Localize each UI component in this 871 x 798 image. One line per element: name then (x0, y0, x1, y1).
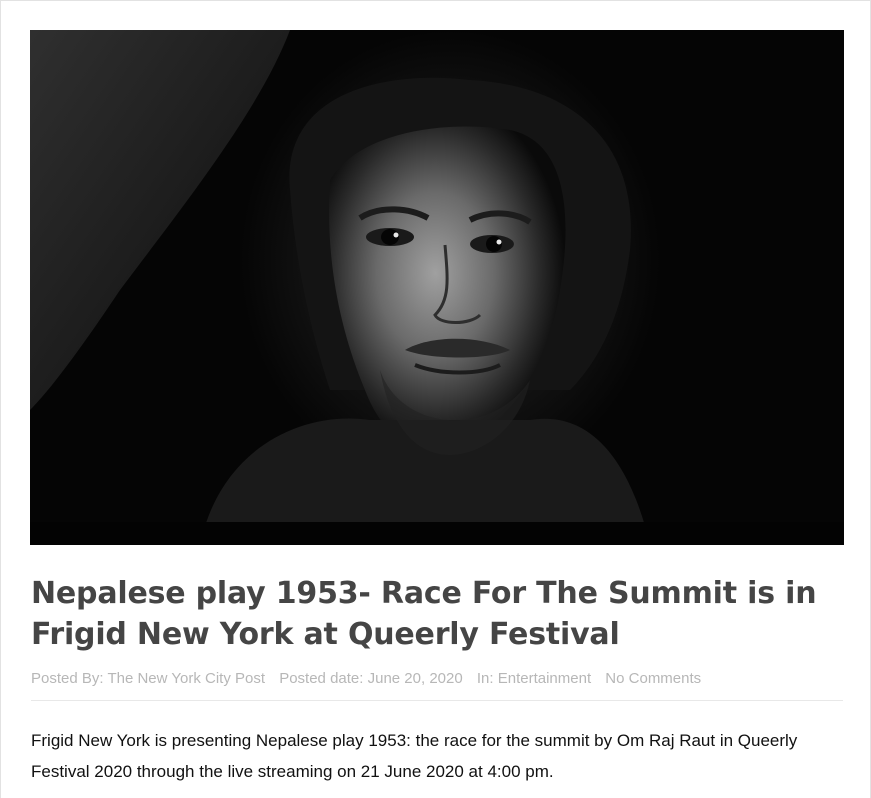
date-value: June 20, 2020 (367, 670, 463, 687)
featured-image[interactable] (30, 30, 844, 545)
meta-date: Posted date: June 20, 2020 (279, 670, 463, 687)
post-meta: Posted By: The New York City Post Posted… (31, 670, 843, 701)
article-excerpt: Frigid New York is presenting Nepalese p… (31, 731, 798, 781)
portrait-photo (30, 30, 844, 545)
category-link[interactable]: Entertainment (498, 670, 591, 687)
meta-category: In: Entertainment (477, 670, 591, 687)
article-title[interactable]: Nepalese play 1953- Race For The Summit … (31, 573, 831, 655)
article-title-link[interactable]: Nepalese play 1953- Race For The Summit … (31, 576, 817, 652)
author-link[interactable]: The New York City Post (107, 670, 265, 687)
article-card: Nepalese play 1953- Race For The Summit … (0, 0, 871, 798)
author-label: Posted By: (31, 670, 104, 687)
date-label: Posted date: (279, 670, 364, 687)
meta-author: Posted By: The New York City Post (31, 670, 265, 687)
category-label: In: (476, 670, 494, 687)
comments-link[interactable]: No Comments (605, 670, 701, 687)
